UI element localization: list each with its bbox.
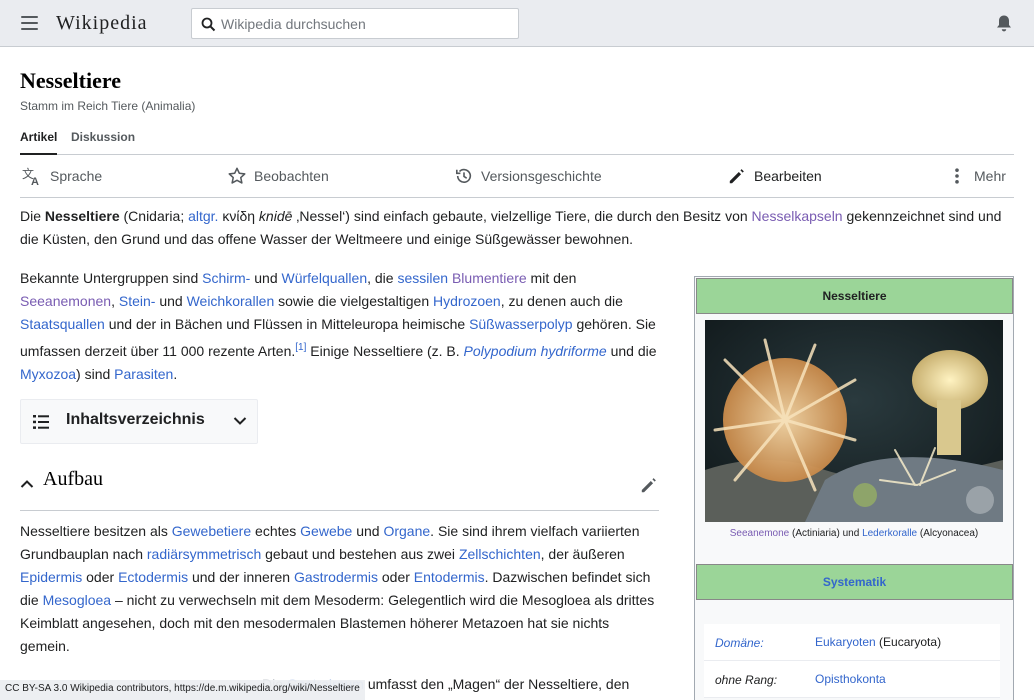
watch-label: Beobachten	[254, 168, 329, 184]
chevron-up-icon	[20, 480, 34, 488]
link-staatsquallen[interactable]: Staatsquallen	[20, 316, 105, 332]
link-wuerfelquallen[interactable]: Würfelquallen	[282, 270, 368, 286]
infobox-image-sea-anemone[interactable]	[705, 320, 1003, 522]
infobox-systematik-header[interactable]: Systematik	[696, 564, 1013, 600]
more-vertical-icon	[955, 168, 959, 184]
chevron-down-icon	[233, 417, 247, 425]
namespace-tabs: Artikel Diskussion	[20, 122, 1014, 155]
link-nesselkapseln[interactable]: Nesselkapseln	[752, 208, 843, 224]
edit-label: Bearbeiten	[754, 168, 822, 184]
taxonomy-table: Domäne: Eukaryoten (Eucaryota) ohne Rang…	[704, 624, 1000, 698]
toc-label: Inhaltsverzeichnis	[66, 411, 205, 428]
search-icon	[201, 17, 216, 32]
link-parasiten[interactable]: Parasiten	[114, 366, 173, 382]
section-heading-aufbau[interactable]: Aufbau	[20, 468, 659, 511]
paragraph-aufbau: Nesseltiere besitzen als Gewebetiere ech…	[20, 523, 655, 654]
taxon-link-eukaryoten[interactable]: Eukaryoten	[815, 635, 876, 649]
infobox-title: Nesseltiere	[696, 278, 1013, 314]
tab-article[interactable]: Artikel	[20, 130, 58, 155]
link-zellschichten[interactable]: Zellschichten	[459, 546, 541, 562]
link-seeanemone[interactable]: Seeanemone	[730, 528, 790, 539]
hamburger-menu-icon[interactable]	[20, 14, 40, 32]
section-title: Aufbau	[43, 468, 103, 490]
history-label: Versionsgeschichte	[481, 168, 602, 184]
link-schirmquallen[interactable]: Schirm-	[202, 270, 250, 286]
language-button[interactable]: 文A Sprache	[22, 155, 102, 197]
link-weichkorallen[interactable]: Weichkorallen	[187, 293, 275, 309]
link-altgr[interactable]: altgr.	[188, 208, 218, 224]
history-icon	[455, 168, 472, 184]
language-label: Sprache	[50, 168, 103, 184]
link-lederkoralle[interactable]: Lederkoralle	[862, 528, 917, 539]
license-footer: CC BY-SA 3.0 Wikipedia contributors, htt…	[0, 680, 365, 700]
page-actions-bar: 文A Sprache Beobachten Versionsgeschichte…	[20, 155, 1014, 198]
link-gastrodermis[interactable]: Gastrodermis	[294, 569, 378, 585]
taxon-rank-link[interactable]: Domäne:	[715, 636, 764, 650]
link-myxozoa[interactable]: Myxozoa	[20, 366, 76, 382]
search-box[interactable]	[191, 8, 519, 39]
link-seeanemonen[interactable]: Seeanemonen	[20, 293, 111, 309]
history-button[interactable]: Versionsgeschichte	[455, 155, 602, 197]
more-label: Mehr	[974, 168, 1006, 184]
taxon-rank-label: ohne Rang:	[715, 673, 778, 687]
section-edit-pencil-icon[interactable]	[640, 476, 658, 494]
top-header: Wikipedia	[0, 0, 1034, 47]
link-gewebetiere[interactable]: Gewebetiere	[172, 523, 251, 539]
page-subtitle: Stamm im Reich Tiere (Animalia)	[20, 99, 196, 113]
tab-discussion[interactable]: Diskussion	[71, 130, 135, 144]
link-suesswasserpolyp[interactable]: Süßwasserpolyp	[469, 316, 573, 332]
reference-1[interactable]: [1]	[295, 342, 306, 353]
table-of-contents-toggle[interactable]: Inhaltsverzeichnis	[20, 399, 258, 444]
language-icon: 文A	[22, 166, 39, 186]
link-polypodium[interactable]: Polypodium hydriforme	[464, 343, 607, 359]
table-row: ohne Rang: Opisthokonta	[704, 661, 1000, 698]
infobox: Nesseltiere Seeanemone (Actiniaria) und …	[694, 276, 1014, 700]
edit-button[interactable]: Bearbeiten	[728, 155, 822, 197]
link-organe[interactable]: Organe	[383, 523, 430, 539]
link-hydrozoen[interactable]: Hydrozoen	[433, 293, 501, 309]
intro-paragraph: Die Nesseltiere (Cnidaria; altgr. κνίδη …	[20, 208, 1002, 247]
link-ectodermis[interactable]: Ectodermis	[118, 569, 188, 585]
more-button[interactable]: Mehr	[948, 155, 1006, 197]
search-input[interactable]	[221, 9, 511, 38]
paragraph-subgroups: Bekannte Untergruppen sind Schirm- und W…	[20, 270, 657, 382]
link-epidermis[interactable]: Epidermis	[20, 569, 82, 585]
list-bullet-icon	[33, 415, 49, 429]
star-icon	[228, 167, 246, 184]
link-steinkorallen[interactable]: Stein-	[119, 293, 156, 309]
page-title: Nesseltiere	[20, 68, 121, 93]
svg-text:A: A	[31, 176, 39, 186]
wikipedia-wordmark[interactable]: Wikipedia	[56, 12, 148, 35]
taxon-link-opisthokonta[interactable]: Opisthokonta	[815, 672, 886, 686]
link-mesogloea[interactable]: Mesogloea	[43, 592, 112, 608]
pencil-icon	[729, 169, 744, 184]
link-gewebe[interactable]: Gewebe	[300, 523, 352, 539]
table-row: Domäne: Eukaryoten (Eucaryota)	[704, 624, 1000, 661]
link-radiaersymmetrisch[interactable]: radiärsymmetrisch	[147, 546, 261, 562]
link-sessil[interactable]: sessilen	[397, 270, 448, 286]
infobox-caption: Seeanemone (Actiniaria) und Lederkoralle…	[729, 528, 979, 539]
link-blumentiere[interactable]: Blumentiere	[452, 270, 527, 286]
bold-term: Nesseltiere	[44, 208, 120, 224]
watch-button[interactable]: Beobachten	[228, 155, 329, 197]
link-entodermis[interactable]: Entodermis	[414, 569, 485, 585]
notifications-bell-icon[interactable]	[995, 14, 1013, 38]
